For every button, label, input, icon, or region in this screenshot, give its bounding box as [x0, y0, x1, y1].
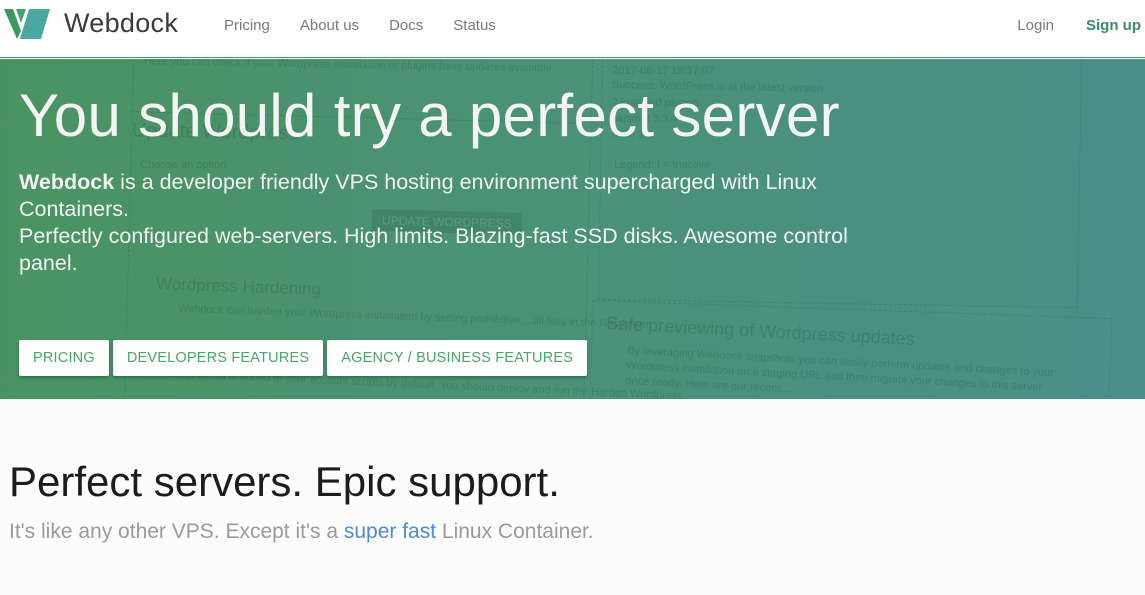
- auth-nav: Login Sign up: [1017, 17, 1141, 34]
- subtitle-text-end: Linux Container.: [436, 520, 594, 543]
- hero-desc-line1: is a developer friendly VPS hosting envi…: [19, 170, 817, 221]
- hero-desc-line2: Perfectly configured web-servers. High l…: [19, 224, 848, 275]
- section-subtitle: It's like any other VPS. Except it's a s…: [9, 520, 594, 544]
- nav-link-pricing[interactable]: Pricing: [224, 17, 270, 34]
- ghost-heading: Safe previewing of Wordpress updates: [605, 312, 916, 350]
- logo-link[interactable]: Webdock: [4, 8, 178, 39]
- brand-name: Webdock: [64, 8, 179, 38]
- subtitle-highlight: super fast: [343, 520, 437, 543]
- ghost-text: Here you can check if your Wordpress ins…: [143, 59, 555, 75]
- developers-features-button[interactable]: DEVELOPERS FEATURES: [112, 340, 324, 376]
- ghost-text: 2017-08-17 18:17:07: [612, 65, 715, 77]
- nav-link-about-us[interactable]: About us: [300, 17, 359, 34]
- section-title: Perfect servers. Epic support.: [9, 458, 560, 505]
- ghost-panel-preview: [587, 299, 1113, 399]
- hero-button-group: PRICING DEVELOPERS FEATURES AGENCY / BUS…: [19, 340, 588, 376]
- agency-business-features-button[interactable]: AGENCY / BUSINESS FEATURES: [327, 340, 588, 376]
- login-link[interactable]: Login: [1017, 17, 1054, 34]
- hero-banner: Here you can check if your Wordpress ins…: [0, 59, 1145, 399]
- subtitle-text: It's like any other VPS. Except it's a: [9, 520, 344, 543]
- hero-description: Webdock is a developer friendly VPS host…: [19, 169, 899, 277]
- nav-link-status[interactable]: Status: [453, 17, 496, 34]
- hero-brand-name: Webdock: [19, 170, 115, 194]
- pricing-button[interactable]: PRICING: [19, 340, 109, 376]
- ghost-text: By leveraging Webdock snapshots you can …: [625, 344, 1055, 396]
- hero-title: You should try a perfect server: [19, 82, 840, 149]
- top-navbar: Webdock Pricing About us Docs Status Log…: [0, 0, 1145, 58]
- nav-link-docs[interactable]: Docs: [389, 17, 423, 34]
- main-nav: Pricing About us Docs Status: [224, 17, 526, 34]
- webdock-logo-icon: [4, 8, 50, 39]
- ghost-text: Webdock can harden your Wordpress instal…: [177, 302, 652, 332]
- signup-link[interactable]: Sign up: [1086, 17, 1141, 34]
- ghost-heading: Wordpress Hardening: [155, 274, 322, 299]
